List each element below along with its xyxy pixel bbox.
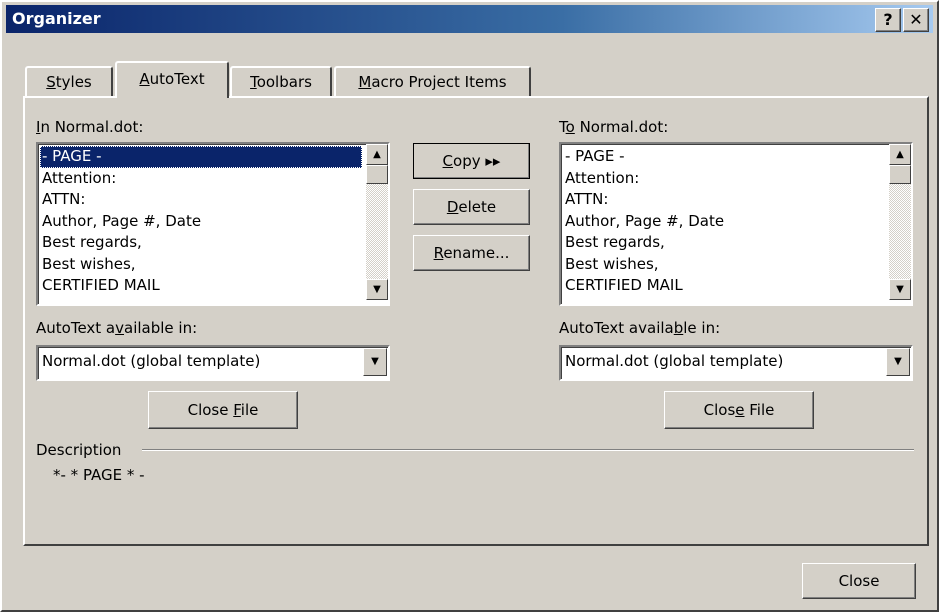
right-close-file-button[interactable]: Close File: [664, 391, 814, 429]
scroll-thumb[interactable]: [366, 165, 388, 184]
chevron-down-icon[interactable]: ▼: [886, 348, 910, 376]
right-autotext-available-label: AutoText available in:: [559, 319, 721, 337]
list-item[interactable]: Attention:: [563, 168, 885, 190]
right-autotext-available-select[interactable]: Normal.dot (global template) ▼: [559, 345, 913, 381]
tab-styles[interactable]: Styles: [25, 66, 113, 98]
right-list-items: - PAGE - Attention: ATTN: Author, Page #…: [563, 146, 885, 297]
scroll-down-arrow-icon[interactable]: ▼: [366, 279, 388, 300]
scroll-thumb[interactable]: [889, 165, 911, 184]
left-list-scrollbar[interactable]: ▲ ▼: [366, 144, 388, 300]
list-item[interactable]: - PAGE -: [40, 146, 362, 168]
list-item[interactable]: Author, Page #, Date: [40, 211, 362, 233]
list-item[interactable]: ATTN:: [563, 189, 885, 211]
help-button[interactable]: ?: [875, 8, 901, 32]
close-window-button[interactable]: ✕: [903, 8, 929, 32]
scroll-up-arrow-icon[interactable]: ▲: [366, 144, 388, 165]
list-item[interactable]: CERTIFIED MAIL: [40, 275, 362, 297]
list-item[interactable]: Best wishes,: [563, 254, 885, 276]
description-divider: [142, 449, 914, 451]
left-list-items: - PAGE - Attention: ATTN: Author, Page #…: [40, 146, 362, 297]
scroll-down-arrow-icon[interactable]: ▼: [889, 279, 911, 300]
description-text: *- * PAGE * -: [53, 466, 145, 484]
list-item[interactable]: Best regards,: [40, 232, 362, 254]
left-autotext-available-label: AutoText available in:: [36, 319, 198, 337]
right-list-scrollbar[interactable]: ▲ ▼: [889, 144, 911, 300]
organizer-dialog: Organizer ? ✕ Styles AutoText Toolbars M…: [0, 0, 939, 612]
tab-macro-project-items[interactable]: Macro Project Items: [334, 66, 531, 98]
list-item[interactable]: - PAGE -: [563, 146, 885, 168]
chevron-down-icon[interactable]: ▼: [363, 348, 387, 376]
window-title: Organizer: [12, 9, 101, 28]
tab-toolbars[interactable]: Toolbars: [230, 66, 332, 98]
left-autotext-list[interactable]: - PAGE - Attention: ATTN: Author, Page #…: [36, 142, 390, 306]
in-normal-dot-label: In Normal.dot:: [36, 118, 144, 136]
list-item[interactable]: Attention:: [40, 168, 362, 190]
tab-autotext[interactable]: AutoText: [115, 61, 229, 98]
scroll-up-arrow-icon[interactable]: ▲: [889, 144, 911, 165]
list-item[interactable]: ATTN:: [40, 189, 362, 211]
left-autotext-available-select[interactable]: Normal.dot (global template) ▼: [36, 345, 390, 381]
description-label: Description: [36, 441, 122, 459]
close-button[interactable]: Close: [802, 563, 916, 599]
title-bar[interactable]: Organizer ? ✕: [6, 5, 933, 33]
copy-button[interactable]: Copy ▸▸: [413, 143, 530, 179]
rename-button[interactable]: Rename...: [413, 235, 530, 271]
left-select-value: Normal.dot (global template): [42, 352, 261, 370]
list-item[interactable]: Best regards,: [563, 232, 885, 254]
to-normal-dot-label: To Normal.dot:: [559, 118, 669, 136]
list-item[interactable]: Best wishes,: [40, 254, 362, 276]
right-autotext-list[interactable]: - PAGE - Attention: ATTN: Author, Page #…: [559, 142, 913, 306]
delete-button[interactable]: Delete: [413, 189, 530, 225]
right-select-value: Normal.dot (global template): [565, 352, 784, 370]
left-close-file-button[interactable]: Close File: [148, 391, 298, 429]
list-item[interactable]: CERTIFIED MAIL: [563, 275, 885, 297]
list-item[interactable]: Author, Page #, Date: [563, 211, 885, 233]
